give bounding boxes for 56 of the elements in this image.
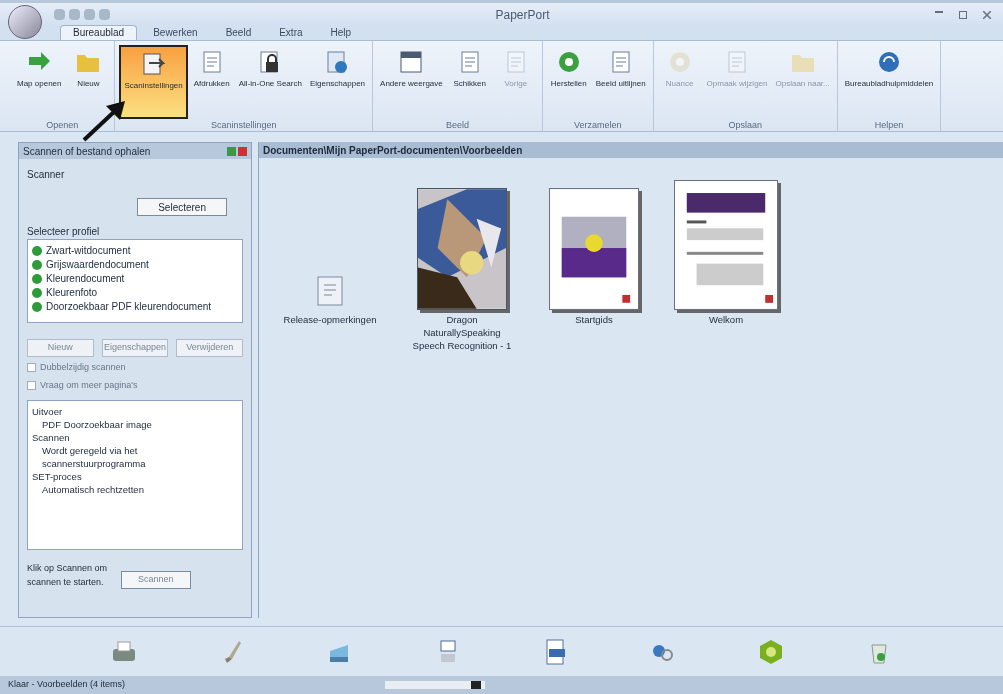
ribbon-button[interactable]: Map openen xyxy=(14,45,65,119)
ribbon-button[interactable]: Nieuw xyxy=(66,45,111,119)
item-label[interactable]: Startgids xyxy=(575,313,613,326)
settings-item: Automatisch rechtzetten xyxy=(41,483,145,496)
section-label: Selecteer profiel xyxy=(26,225,101,239)
group-label: Beeld xyxy=(444,119,470,131)
maximize-icon[interactable] xyxy=(959,10,967,19)
zoom-slider[interactable] xyxy=(385,681,486,689)
profile-item[interactable]: Kleurenfoto xyxy=(28,286,242,300)
ribbon-button[interactable]: Beeld uitlijnen xyxy=(592,45,649,119)
ribbon-button[interactable]: Schikken xyxy=(447,45,492,119)
ribbon-button[interactable]: Eigenschappen xyxy=(306,45,369,119)
ribbon-tab[interactable]: Extra xyxy=(267,26,315,40)
close-icon[interactable] xyxy=(983,10,991,19)
ribbon-button[interactable]: Afdrukken xyxy=(189,45,234,119)
settings-item: Wordt geregeld via het scannerstuurprogramma xyxy=(41,444,147,470)
ribbon-tab[interactable]: Help xyxy=(318,26,364,40)
ribbon-button[interactable]: Herstellen xyxy=(546,45,591,119)
pin-icon[interactable] xyxy=(227,146,236,156)
group-label: Helpen xyxy=(873,119,905,131)
select-button[interactable]: Selecteren xyxy=(137,198,227,216)
pointer-arrow xyxy=(82,100,126,142)
item-label[interactable]: Dragon NaturallySpeaking Speech Recognition - 1 xyxy=(407,313,517,352)
profile-item[interactable]: Grijswaardendocument xyxy=(28,258,242,272)
slider-thumb[interactable] xyxy=(470,681,481,689)
ribbon-button[interactable]: Andere weergave xyxy=(377,45,446,119)
ribbon-tab[interactable]: Beeld xyxy=(213,26,264,40)
close-icon[interactable] xyxy=(238,146,247,156)
minimize-icon[interactable] xyxy=(935,10,943,13)
folder-path: Documenten\Mijn PaperPort-documenten\Voorbeelden xyxy=(263,143,523,158)
item-label[interactable]: Welkom xyxy=(708,313,744,326)
group-label: Verzamelen xyxy=(572,119,623,131)
ribbon-tab[interactable]: Bureaublad xyxy=(60,25,138,40)
section-label: Scanner xyxy=(26,168,66,182)
status-text: Klaar - Voorbeelden (4 items) xyxy=(8,678,126,692)
group-label: Openen xyxy=(45,119,80,131)
app-logo-icon[interactable] xyxy=(8,4,42,39)
item-label[interactable]: Release-opmerkingen xyxy=(283,313,377,326)
profile-item[interactable]: Doorzoekbaar PDF kleurendocument xyxy=(28,300,242,314)
settings-item: Scannen xyxy=(31,431,71,444)
ribbon-button[interactable]: All-in-One Search xyxy=(235,45,305,119)
ribbon-button[interactable]: Scaninstellingen xyxy=(119,45,188,119)
scan-hint: Klik op Scannen om scannen te starten. xyxy=(27,562,109,589)
group-label: Opslaan xyxy=(727,119,763,131)
window-icon xyxy=(398,49,425,75)
window-title: PaperPort xyxy=(495,6,550,24)
settings-item: PDF Doorzoekbaar image xyxy=(41,418,153,431)
globe-icon xyxy=(876,49,902,75)
settings-item: SET-proces xyxy=(31,470,83,483)
panel-title: Scannen of bestand ophalen xyxy=(23,144,151,159)
profile-item[interactable]: Kleurendocument xyxy=(28,272,242,286)
group-label: Scaninstellingen xyxy=(210,119,278,131)
profile-item[interactable]: Zwart-witdocument xyxy=(28,244,242,258)
ribbon-button[interactable]: Bureaubladhulpmiddelen xyxy=(841,45,937,119)
settings-item: Uitvoer xyxy=(31,405,64,418)
ribbon-tab[interactable]: Bewerken xyxy=(141,26,210,40)
